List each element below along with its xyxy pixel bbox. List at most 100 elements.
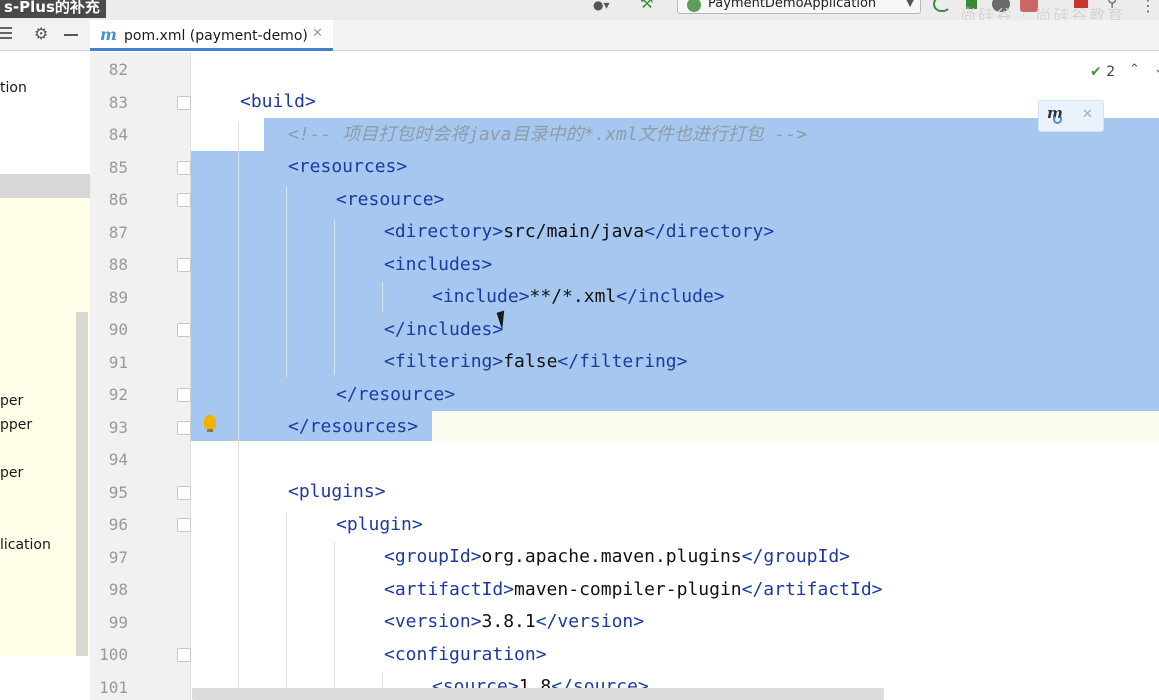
xml-tag: <includes>	[384, 254, 493, 275]
line-number: 89	[108, 288, 128, 307]
tab-pom-xml[interactable]: m pom.xml (payment-demo) ✕	[90, 20, 333, 51]
inspection-count: 2	[1106, 64, 1116, 80]
xml-tag: </include>	[616, 286, 725, 307]
xml-tag: <plugins>	[288, 481, 386, 502]
rerun-icon[interactable]	[933, 0, 951, 12]
tree-item[interactable]: pper	[0, 417, 90, 433]
editor-gutter	[90, 52, 190, 700]
xml-tag: <configuration>	[384, 644, 547, 665]
code-editor[interactable]: 82 83 84 85 86 87 88 89 90 91 92 93 94 9…	[90, 52, 1159, 700]
chevron-down-icon: ▼	[906, 0, 914, 9]
code-line: <groupId>org.apache.maven.plugins</group…	[384, 546, 850, 568]
tree-item[interactable]: tion	[0, 80, 90, 96]
watermark: 尚硅谷 · 尚硅谷教育	[960, 6, 1126, 25]
line-number: 101	[99, 678, 128, 697]
code-line: </resources>	[288, 416, 418, 438]
code-line: <version>3.8.1</version>	[384, 611, 644, 633]
code-line: <build>	[240, 91, 316, 113]
fold-marker[interactable]	[177, 161, 191, 175]
line-number: 94	[108, 450, 128, 469]
line-number: 92	[108, 385, 128, 404]
horizontal-scrollbar[interactable]	[192, 688, 884, 700]
close-icon[interactable]: ✕	[1082, 107, 1093, 122]
indent-guide	[286, 512, 287, 700]
xml-tag: </includes>	[384, 319, 504, 340]
line-number: 91	[108, 353, 128, 372]
main-toolbar: s-Plus的补充 ●▾ ⚒ PaymentDemoApplication ▼ …	[0, 0, 1159, 25]
xml-tag: </filtering>	[557, 351, 688, 372]
fold-marker[interactable]	[177, 486, 191, 500]
xml-tag: <directory>	[384, 221, 504, 242]
xml-value: src/main/java	[503, 221, 645, 242]
code-line: <filtering>false</filtering>	[384, 351, 687, 373]
tree-item[interactable]: per	[0, 393, 90, 409]
xml-tag: <filtering>	[384, 351, 504, 372]
minimize-icon[interactable]	[64, 34, 78, 36]
xml-tag: </directory>	[644, 221, 775, 242]
line-number: 100	[99, 645, 128, 664]
user-icon[interactable]: ●▾	[593, 0, 615, 14]
code-line: <plugin>	[336, 514, 423, 536]
fold-marker[interactable]	[177, 421, 191, 435]
xml-tag: </resource>	[336, 384, 456, 405]
line-number: 97	[108, 548, 128, 567]
line-number: 99	[108, 613, 128, 632]
line-number: 90	[108, 320, 128, 339]
xml-comment: <!-- 项目打包时会将java目录中的*.xml文件也进行打包 -->	[288, 124, 808, 145]
tree-item[interactable]: per	[0, 465, 90, 481]
fold-marker[interactable]	[177, 323, 191, 337]
fold-marker[interactable]	[177, 258, 191, 272]
fold-marker[interactable]	[177, 648, 191, 662]
xml-tag: <groupId>	[384, 546, 482, 567]
fold-marker[interactable]	[177, 193, 191, 207]
xml-tag: </artifactId>	[741, 579, 883, 600]
inspection-widget[interactable]: ✔ 2	[1090, 64, 1115, 80]
xml-value: maven-compiler-plugin	[514, 579, 742, 600]
collapse-all-icon[interactable]	[0, 27, 12, 41]
chevron-up-icon[interactable]: ⌃	[1129, 62, 1140, 77]
code-line: <artifactId>maven-compiler-plugin</artif…	[384, 579, 883, 601]
code-line: <include>**/*.xml</include>	[432, 286, 725, 308]
lightbulb-icon[interactable]	[204, 415, 216, 432]
xml-tag: </resources>	[288, 416, 419, 437]
fold-marker[interactable]	[177, 518, 191, 532]
xml-tag: <resources>	[288, 156, 408, 177]
video-title-overlay: s-Plus的补充	[0, 0, 106, 18]
line-number: 95	[108, 483, 128, 502]
code-line: <!-- 项目打包时会将java目录中的*.xml文件也进行打包 -->	[288, 124, 807, 146]
tree-item[interactable]: lication	[0, 537, 90, 553]
code-line: <includes>	[384, 254, 492, 276]
line-number: 83	[108, 93, 128, 112]
maven-file-icon: m	[100, 25, 117, 44]
xml-tag: <version>	[384, 611, 482, 632]
line-number: 84	[108, 125, 128, 144]
project-scrollbar[interactable]	[76, 312, 88, 656]
line-number: 93	[108, 418, 128, 437]
selected-tree-row[interactable]	[0, 174, 90, 198]
fold-marker[interactable]	[177, 388, 191, 402]
project-tool-window: tion per pper per lication	[0, 52, 90, 700]
indent-guide	[238, 122, 239, 700]
code-line: <resources>	[288, 156, 407, 178]
xml-tag: <plugin>	[336, 514, 423, 535]
xml-tag: </groupId>	[741, 546, 851, 567]
xml-tag: <build>	[240, 91, 316, 112]
line-number: 85	[108, 158, 128, 177]
code-line: <directory>src/main/java</directory>	[384, 221, 774, 243]
chevron-down-icon[interactable]: ⌄	[1154, 62, 1159, 77]
fold-marker[interactable]	[177, 96, 191, 110]
xml-tag: <include>	[432, 286, 530, 307]
build-hammer-icon[interactable]: ⚒	[640, 0, 660, 12]
gear-icon[interactable]: ⚙	[34, 24, 50, 44]
line-number: 98	[108, 580, 128, 599]
run-configuration-label: PaymentDemoApplication	[708, 0, 877, 11]
close-icon[interactable]: ✕	[312, 26, 323, 41]
xml-tag: </version>	[535, 611, 645, 632]
code-line: <plugins>	[288, 481, 386, 503]
xml-tag: <artifactId>	[384, 579, 515, 600]
xml-value: **/*.xml	[529, 286, 617, 307]
code-line: </resource>	[336, 384, 455, 406]
run-configuration-dropdown[interactable]: PaymentDemoApplication ▼	[677, 0, 921, 14]
maven-reload-popup[interactable]: m ✕	[1038, 100, 1104, 132]
indent-guide	[286, 187, 287, 377]
